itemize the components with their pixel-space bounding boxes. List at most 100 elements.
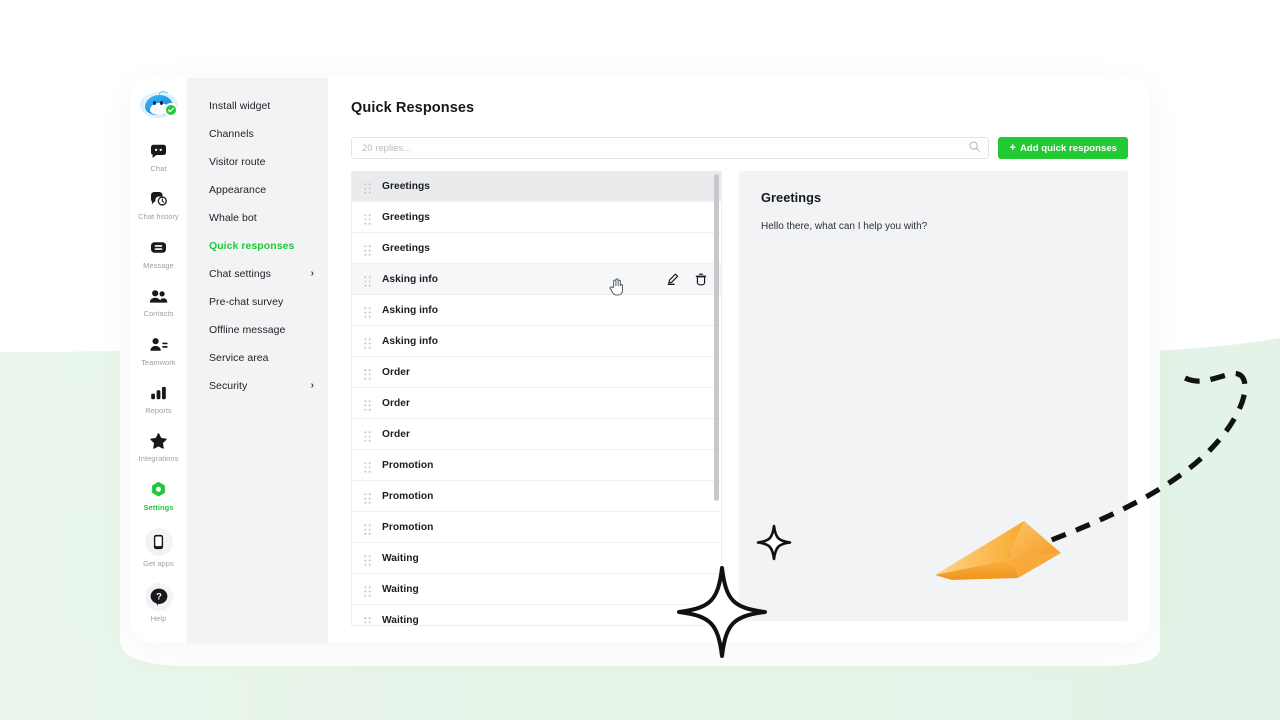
- quick-response-row[interactable]: Order: [352, 357, 721, 388]
- nav-item-install-widget[interactable]: Install widget: [187, 92, 328, 120]
- rail-item-chat[interactable]: Chat: [130, 136, 187, 176]
- nav-item-offline-message[interactable]: Offline message: [187, 316, 328, 344]
- svg-text:?: ?: [156, 590, 162, 601]
- quick-response-row[interactable]: Order: [352, 388, 721, 419]
- quick-response-label: Asking info: [382, 304, 439, 316]
- rail-item-reports[interactable]: Reports: [130, 378, 187, 418]
- response-detail-panel: Greetings Hello there, what can I help y…: [739, 171, 1128, 621]
- quick-response-label: Asking info: [382, 335, 439, 347]
- search-box[interactable]: [351, 137, 990, 159]
- rail-item-label: Reports: [145, 406, 172, 416]
- list-scroll-area[interactable]: Greetings Greetings Greetings Asking info As…: [352, 171, 721, 625]
- nav-item-channels[interactable]: Channels: [187, 120, 328, 148]
- quick-response-row[interactable]: Waiting: [352, 543, 721, 574]
- nav-item-quick-responses[interactable]: Quick responses: [187, 232, 328, 260]
- quick-response-row[interactable]: Promotion: [352, 481, 721, 512]
- rail-item-get-apps[interactable]: Get apps: [130, 523, 187, 571]
- nav-item-label: Channels: [209, 128, 254, 140]
- quick-response-row[interactable]: Greetings: [352, 171, 721, 202]
- message-envelope-icon: [150, 238, 167, 258]
- quick-response-row[interactable]: Waiting: [352, 574, 721, 605]
- quick-response-label: Order: [382, 397, 410, 409]
- nav-item-security[interactable]: Security ›: [187, 372, 328, 400]
- drag-handle-icon[interactable]: [364, 212, 371, 225]
- panes: Greetings Greetings Greetings Asking info As…: [351, 171, 1128, 626]
- bar-chart-icon: [150, 383, 167, 403]
- quick-response-row[interactable]: Asking info: [352, 264, 721, 295]
- nav-item-whale-bot[interactable]: Whale bot: [187, 204, 328, 232]
- drag-handle-icon[interactable]: [364, 274, 371, 287]
- teamwork-person-icon: [149, 335, 168, 355]
- rail-item-help[interactable]: ? Help: [130, 578, 187, 626]
- drag-handle-icon[interactable]: [364, 429, 371, 442]
- nav-item-appearance[interactable]: Appearance: [187, 176, 328, 204]
- quick-response-label: Order: [382, 366, 410, 378]
- drag-handle-icon[interactable]: [364, 553, 371, 566]
- quick-response-row[interactable]: Greetings: [352, 202, 721, 233]
- drag-handle-icon[interactable]: [364, 181, 371, 194]
- nav-item-service-area[interactable]: Service area: [187, 344, 328, 372]
- quick-response-row[interactable]: Promotion: [352, 450, 721, 481]
- drag-handle-icon[interactable]: [364, 615, 371, 626]
- drag-handle-icon[interactable]: [364, 522, 371, 535]
- check-circle-icon: [163, 103, 178, 117]
- trash-delete-icon[interactable]: [695, 273, 707, 286]
- detail-title: Greetings: [761, 190, 822, 205]
- quick-response-row[interactable]: Asking info: [352, 326, 721, 357]
- rail-item-label: Help: [150, 613, 167, 623]
- drag-handle-icon[interactable]: [364, 491, 371, 504]
- quick-response-label: Order: [382, 428, 410, 440]
- add-quick-responses-button[interactable]: + Add quick responses: [998, 137, 1128, 159]
- plus-icon: +: [1009, 141, 1016, 154]
- nav-item-label: Offline message: [209, 324, 286, 336]
- drag-handle-icon[interactable]: [364, 367, 371, 380]
- nav-item-chat-settings[interactable]: Chat settings ›: [187, 260, 328, 288]
- main-content: Quick Responses + Add quick responses Gr…: [328, 78, 1150, 643]
- contacts-people-icon: [149, 286, 168, 306]
- nav-item-label: Security: [209, 380, 248, 392]
- quick-response-label: Waiting: [382, 614, 419, 626]
- quick-response-label: Waiting: [382, 552, 419, 564]
- drag-handle-icon[interactable]: [364, 336, 371, 349]
- quick-response-row[interactable]: Order: [352, 419, 721, 450]
- settings-nav: Install widget Channels Visitor route Ap…: [187, 78, 328, 643]
- nav-item-label: Install widget: [209, 100, 271, 112]
- rail-item-label: Teamwork: [141, 357, 176, 367]
- screenshot-root: Chat Chat history Message Contacts Teamw…: [0, 0, 1280, 720]
- nav-item-label: Pre-chat survey: [209, 296, 284, 308]
- nav-item-label: Service area: [209, 352, 269, 364]
- nav-item-pre-chat-survey[interactable]: Pre-chat survey: [187, 288, 328, 316]
- workspace-avatar[interactable]: [139, 90, 178, 118]
- nav-item-label: Quick responses: [209, 240, 295, 252]
- rail-item-contacts[interactable]: Contacts: [130, 281, 187, 321]
- quick-response-row[interactable]: Greetings: [352, 233, 721, 264]
- mobile-phone-icon: [144, 528, 173, 557]
- nav-item-visitor-route[interactable]: Visitor route: [187, 148, 328, 176]
- quick-response-row[interactable]: Asking info: [352, 295, 721, 326]
- quick-response-label: Greetings: [382, 180, 431, 192]
- list-scrollbar-thumb[interactable]: [714, 174, 719, 501]
- rail-item-message[interactable]: Message: [130, 233, 187, 273]
- nav-item-label: Appearance: [209, 184, 267, 196]
- drag-handle-icon[interactable]: [364, 243, 371, 256]
- drag-handle-icon[interactable]: [364, 398, 371, 411]
- question-mark-icon: ?: [144, 582, 173, 611]
- search-input[interactable]: [362, 142, 970, 154]
- rail-item-label: Settings: [143, 502, 174, 512]
- quick-response-label: Greetings: [382, 242, 431, 254]
- drag-handle-icon[interactable]: [364, 584, 371, 597]
- row-actions: [667, 273, 707, 286]
- rail-item-chat-history[interactable]: Chat history: [130, 184, 187, 224]
- quick-response-row[interactable]: Promotion: [352, 512, 721, 543]
- quick-responses-list: Greetings Greetings Greetings Asking info As…: [351, 171, 722, 626]
- drag-handle-icon[interactable]: [364, 305, 371, 318]
- drag-handle-icon[interactable]: [364, 460, 371, 473]
- search-icon: [969, 139, 981, 157]
- rail-item-teamwork[interactable]: Teamwork: [130, 330, 187, 370]
- quick-response-row[interactable]: Waiting: [352, 605, 721, 625]
- rail-item-settings[interactable]: Settings: [130, 475, 187, 515]
- rail-item-integrations[interactable]: Integrations: [130, 426, 187, 466]
- primary-icon-rail: Chat Chat history Message Contacts Teamw…: [130, 78, 187, 643]
- pencil-edit-icon[interactable]: [667, 273, 679, 285]
- toolbar: + Add quick responses: [351, 137, 1128, 159]
